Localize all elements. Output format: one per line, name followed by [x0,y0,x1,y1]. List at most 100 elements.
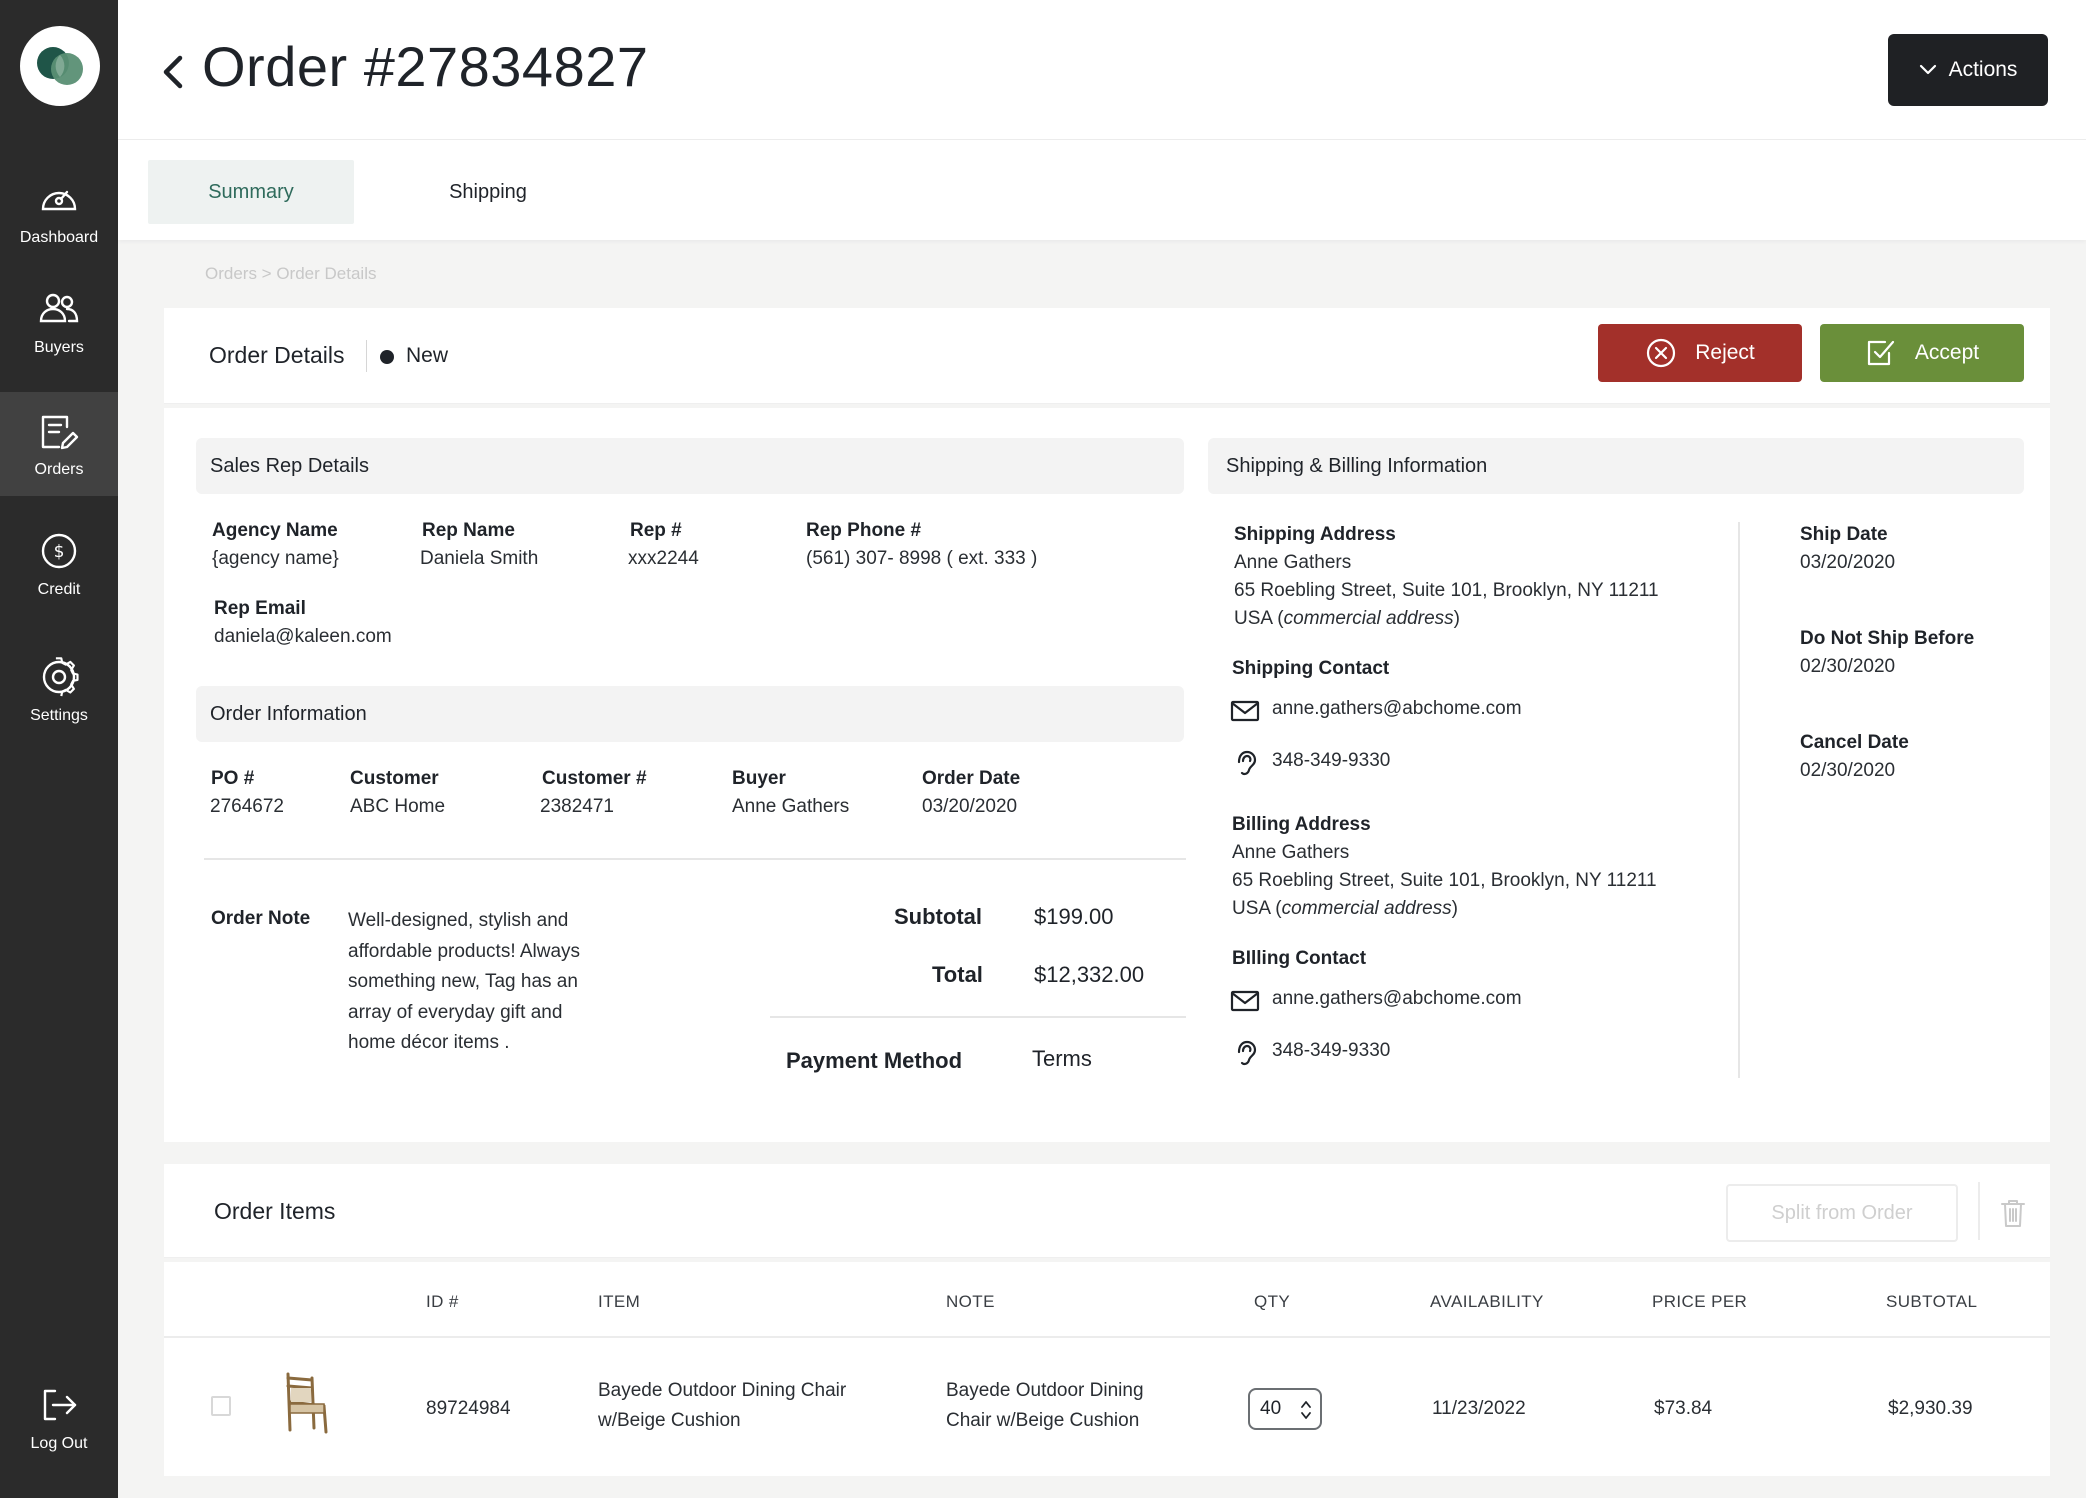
billing-address-label: Billing Address [1232,814,1371,835]
stepper-arrows-icon[interactable] [1300,1398,1312,1422]
rep-phone-value: (561) 307- 8998 ( ext. 333 ) [806,548,1038,569]
page-header: Order #27834827 Actions [118,0,2086,140]
logout-icon [43,1389,77,1421]
shipping-email[interactable]: anne.gathers@abchome.com [1272,698,1522,720]
sidebar-item-orders[interactable]: Orders [0,392,118,496]
divider [1978,1182,1980,1240]
note-line: array of everyday gift and [348,1001,563,1023]
reject-label: Reject [1695,341,1755,364]
note-line: Well-designed, stylish and [348,910,569,931]
order-items-title: Order Items [214,1198,336,1224]
note-line: home décor items . [348,1032,510,1053]
sidebar-item-dashboard[interactable]: Dashboard [0,160,118,264]
sidebar: Dashboard Buyers Orders $ Credit Setting… [0,0,118,1498]
svg-text:$: $ [54,542,65,562]
customer-value: ABC Home [350,796,446,817]
item-note-line: Bayede Outdoor Dining [946,1380,1144,1401]
order-details-title: Order Details [209,342,345,368]
shipping-phone[interactable]: 348-349-9330 [1272,750,1390,772]
rep-number-value: xxx2244 [628,548,699,569]
tab-shipping[interactable]: Shipping [408,160,568,224]
section-title: Order Information [210,702,367,725]
po-label: PO # [211,768,255,789]
column-header-qty[interactable]: QTY [1254,1292,1290,1312]
total-value: $12,332.00 [1034,962,1145,987]
item-name[interactable]: Bayede Outdoor Dining Chair w/Beige Cush… [598,1376,846,1436]
phone-icon [1237,1040,1257,1066]
trash-icon[interactable] [2000,1198,2026,1228]
billing-email[interactable]: anne.gathers@abchome.com [1272,988,1522,1010]
order-note-label: Order Note [211,908,311,929]
breadcrumb[interactable]: Orders > Order Details [205,264,376,284]
sidebar-item-settings[interactable]: Settings [0,638,118,742]
column-header-id[interactable]: ID # [426,1292,459,1312]
quantity-stepper[interactable]: 40 [1248,1388,1322,1430]
rep-name-label: Rep Name [422,520,515,541]
order-details-body: Sales Rep Details Agency Name {agency na… [164,408,2050,1142]
total-label: Total [932,962,983,987]
po-value: 2764672 [210,796,284,817]
item-name-line: Bayede Outdoor Dining Chair [598,1380,847,1401]
billing-street: 65 Roebling Street, Suite 101, Brooklyn,… [1232,870,1657,891]
column-header-item[interactable]: ITEM [598,1292,640,1312]
billing-phone[interactable]: 348-349-9330 [1272,1040,1390,1062]
billing-address-note: commercial address [1281,898,1452,919]
shipping-street: 65 Roebling Street, Suite 101, Brooklyn,… [1234,580,1659,601]
sidebar-item-buyers[interactable]: Buyers [0,270,118,374]
tab-summary[interactable]: Summary [148,160,354,224]
shipping-country-line: USA (commercial address) [1234,608,1460,629]
cancel-date-value: 02/30/2020 [1800,760,1896,781]
subtotal-label: Subtotal [894,904,982,929]
gear-icon [42,657,79,697]
item-id: 89724984 [426,1398,511,1419]
cancel-date-label: Cancel Date [1800,732,1909,753]
accept-button[interactable]: Accept [1820,324,2024,382]
dollar-circle-icon: $ [41,533,77,569]
buyer-label: Buyer [732,768,786,789]
rep-email-value: daniela@kaleen.com [214,626,392,647]
ship-date-label: Ship Date [1800,524,1888,545]
sidebar-item-label: Orders [34,461,84,478]
rep-email-label: Rep Email [214,598,306,619]
note-line: affordable products! Always [348,940,581,962]
sidebar-item-credit[interactable]: $ Credit [0,512,118,616]
actions-label: Actions [1948,58,2018,81]
tabs-bar: Summary Shipping [118,140,2086,240]
chevron-down-icon [1919,64,1936,75]
mail-icon [1230,990,1260,1012]
item-note-line: Chair w/Beige Cushion [946,1410,1140,1431]
gauge-icon [41,190,77,211]
agency-name-label: Agency Name [212,520,338,541]
logout-button[interactable]: Log Out [0,1366,118,1470]
order-info-section-header: Order Information [196,686,1184,742]
column-header-price-per[interactable]: PRICE PER [1652,1292,1747,1312]
back-chevron-icon[interactable] [154,48,190,96]
split-from-order-button[interactable]: Split from Order [1726,1184,1958,1242]
subtotal-value: $199.00 [1034,904,1114,929]
sidebar-item-label: Settings [30,707,88,724]
order-date-label: Order Date [922,768,1021,789]
column-header-subtotal[interactable]: SUBTOTAL [1886,1292,1977,1312]
brand-logo[interactable] [20,26,100,106]
order-details-header: Order Details New Reject Accept [164,308,2050,404]
buyer-value: Anne Gathers [732,796,850,817]
sidebar-item-label: Credit [37,581,81,598]
column-header-availability[interactable]: AVAILABILITY [1430,1292,1544,1312]
billing-country: USA [1232,898,1271,919]
customer-number-label: Customer # [542,768,647,789]
sidebar-item-label: Buyers [34,339,84,356]
status-dot [380,350,394,364]
agency-name-value: {agency name} [212,548,339,569]
orders-edit-icon [41,415,79,450]
product-thumbnail[interactable] [278,1368,332,1434]
actions-button[interactable]: Actions [1888,34,2048,106]
column-header-note[interactable]: NOTE [946,1292,995,1312]
row-select-checkbox[interactable] [211,1396,231,1416]
sidebar-item-label: Dashboard [19,229,99,246]
reject-button[interactable]: Reject [1598,324,1802,382]
sales-rep-section-header: Sales Rep Details [196,438,1184,494]
divider [366,340,367,372]
order-items-table: ID # ITEM NOTE QTY AVAILABILITY PRICE PE… [164,1262,2050,1476]
customer-number-value: 2382471 [540,796,614,817]
shipping-name: Anne Gathers [1234,552,1352,573]
